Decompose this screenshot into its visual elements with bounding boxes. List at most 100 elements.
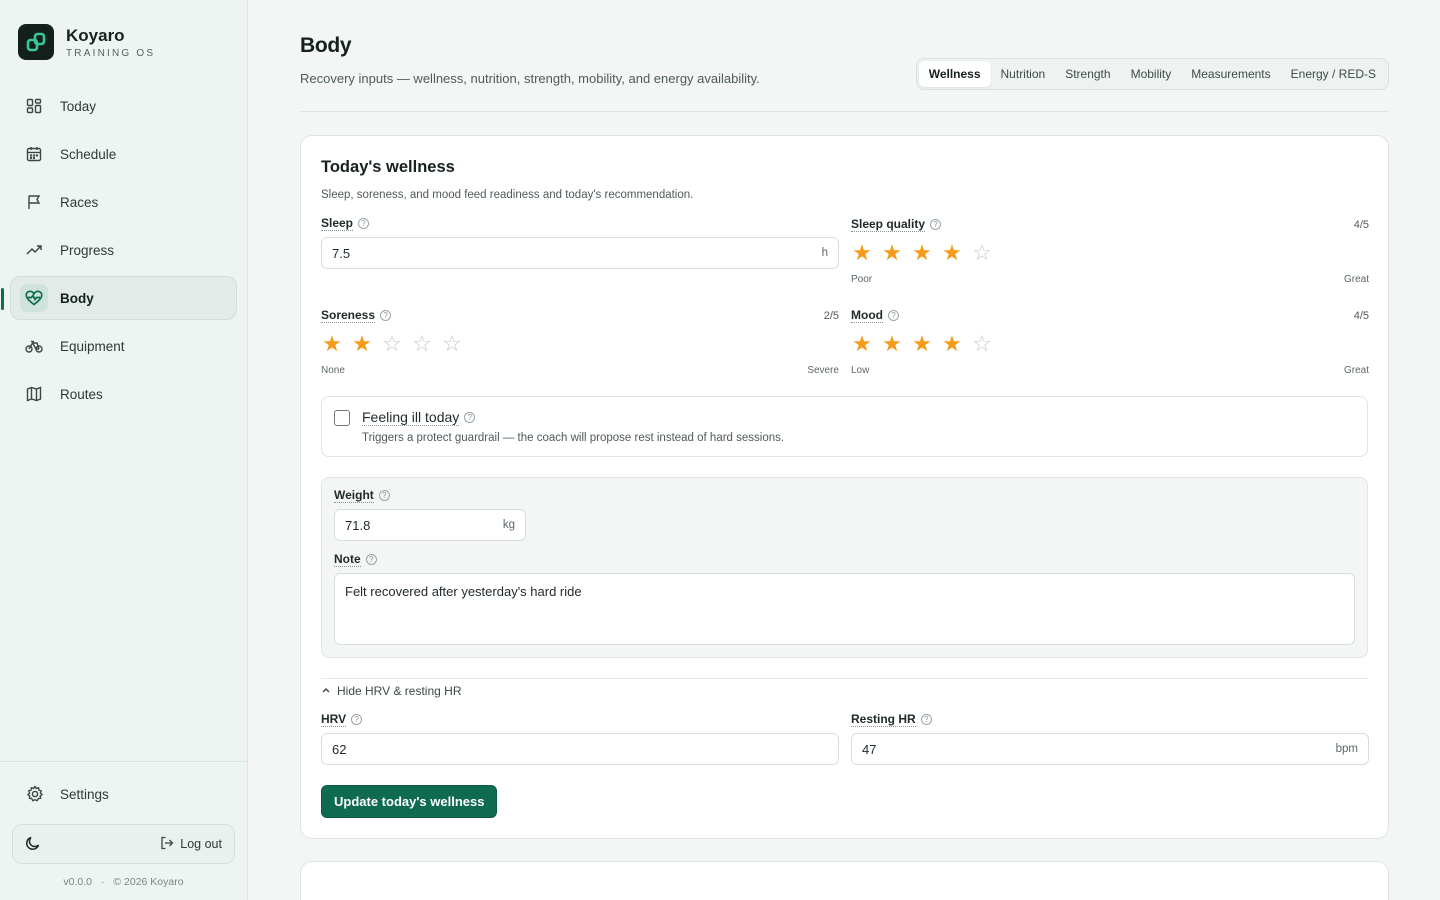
heart-pulse-icon [20,284,48,312]
star-filled-icon[interactable]: ★ [851,242,873,264]
wellness-title: Today's wellness [321,158,455,176]
mood-rating: ★ ★ ★ ★ ☆ [851,333,1369,355]
tab-energy-red-s[interactable]: Energy / RED-S [1281,61,1386,87]
help-icon[interactable]: ? [920,714,932,725]
hrv-input[interactable]: 62 [321,733,839,765]
weight-note-panel: Weight ? 71.8 kg Note ? Felt recovered a… [321,477,1368,658]
mood-label: Mood [851,308,883,323]
hrv-value: 62 [332,741,347,757]
help-icon[interactable]: ? [380,310,392,321]
page-subtitle: Recovery inputs — wellness, nutrition, s… [300,71,760,86]
mood-min-label: Low [851,365,870,376]
soreness-field: Soreness ? 2/5 ★ ★ ☆ ☆ ☆ None Severe [321,308,839,376]
help-icon[interactable]: ? [378,490,390,501]
utility-bar: Log out [12,824,235,864]
feeling-ill-checkbox[interactable] [334,410,350,426]
version-text: v0.0.0 [63,876,93,888]
sidebar-item-label: Equipment [60,338,125,354]
star-filled-icon[interactable]: ★ [881,242,903,264]
star-empty-icon[interactable]: ☆ [411,333,433,355]
brand-name: Koyaro [66,25,125,45]
star-filled-icon[interactable]: ★ [941,333,963,355]
star-filled-icon[interactable]: ★ [321,333,343,355]
resting-hr-field: Resting HR ? 47 bpm [851,712,1369,765]
mood-score: 4/5 [1353,309,1369,322]
sidebar-item-equipment[interactable]: Equipment [10,324,237,368]
help-icon[interactable]: ? [888,310,899,321]
hrv-toggle[interactable]: Hide HRV & resting HR [321,678,1368,698]
calendar-icon [24,144,44,164]
trending-up-icon [24,240,44,260]
settings-label: Settings [60,786,109,802]
star-filled-icon[interactable]: ★ [881,333,903,355]
note-textarea[interactable]: Felt recovered after yesterday's hard ri… [334,573,1355,645]
star-filled-icon[interactable]: ★ [911,333,933,355]
sleep-quality-rating: ★ ★ ★ ★ ☆ [851,242,1369,264]
logout-button[interactable]: Log out [160,836,222,853]
brand-tagline: TRAINING OS [66,47,156,59]
star-empty-icon[interactable]: ☆ [381,333,403,355]
tab-nutrition[interactable]: Nutrition [991,61,1056,87]
hrv-label: HRV [321,712,347,727]
sidebar-item-today[interactable]: Today [10,84,237,128]
brand-logo-icon [18,24,54,60]
sleep-unit: h [821,247,828,259]
version-footer: v0.0.0 · © 2026 Koyaro [63,876,184,888]
help-icon[interactable]: ? [930,219,942,230]
sidebar-item-label: Races [60,194,99,210]
weight-input[interactable]: 71.8 kg [334,509,526,541]
bike-icon [24,336,44,356]
logout-label: Log out [180,837,222,851]
wellness-subtitle: Sleep, soreness, and mood feed readiness… [321,189,694,201]
weight-unit: kg [502,519,515,531]
sidebar-item-settings[interactable]: Settings [12,772,235,816]
help-icon[interactable]: ? [358,217,370,229]
sleep-field: Sleep ? 7.5 h [321,215,839,285]
star-filled-icon[interactable]: ★ [351,333,373,355]
tab-wellness[interactable]: Wellness [918,61,991,87]
sidebar-item-label: Today [60,98,97,114]
sidebar-item-races[interactable]: Races [10,180,237,224]
star-filled-icon[interactable]: ★ [851,333,873,355]
sidebar-item-progress[interactable]: Progress [10,228,237,272]
sleep-quality-score: 4/5 [1353,218,1369,231]
sleep-value: 7.5 [332,245,351,261]
star-filled-icon[interactable]: ★ [941,242,963,264]
sidebar-nav: Today Schedule Races Progress Body Equip… [0,80,247,424]
dark-mode-toggle-icon[interactable] [25,835,41,854]
hrv-toggle-label: Hide HRV & resting HR [337,684,462,698]
soreness-label: Soreness [321,308,376,323]
copyright-text: © 2026 Koyaro [113,876,184,888]
main-content: Body Recovery inputs — wellness, nutriti… [248,0,1440,900]
sidebar-item-label: Routes [60,386,103,402]
tab-mobility[interactable]: Mobility [1121,61,1182,87]
weight-value: 71.8 [345,517,371,533]
star-empty-icon[interactable]: ☆ [441,333,463,355]
sidebar-item-body[interactable]: Body [1,276,237,320]
resting-hr-label: Resting HR [851,712,916,727]
sidebar-item-routes[interactable]: Routes [10,372,237,416]
star-empty-icon[interactable]: ☆ [971,242,993,264]
soreness-max-label: Severe [807,365,839,376]
mood-max-label: Great [1343,365,1369,376]
star-empty-icon[interactable]: ☆ [971,333,993,355]
tab-measurements[interactable]: Measurements [1181,61,1280,87]
sleep-quality-label: Sleep quality [851,217,926,232]
soreness-rating: ★ ★ ☆ ☆ ☆ [321,333,839,355]
sidebar: Koyaro TRAINING OS Today Schedule Races … [0,0,248,900]
star-filled-icon[interactable]: ★ [911,242,933,264]
note-label: Note [334,552,361,567]
help-icon[interactable]: ? [365,554,377,565]
tab-strength[interactable]: Strength [1055,61,1120,87]
help-icon[interactable]: ? [464,412,476,423]
flag-icon [24,192,44,212]
sleep-input[interactable]: 7.5 h [321,237,839,269]
sidebar-item-schedule[interactable]: Schedule [10,132,237,176]
hrv-field: HRV ? 62 [321,712,839,765]
sleep-label: Sleep [321,215,354,231]
weight-label: Weight [334,488,374,503]
update-wellness-button[interactable]: Update today's wellness [321,785,498,818]
help-icon[interactable]: ? [351,714,363,725]
resting-hr-input[interactable]: 47 bpm [851,733,1369,765]
soreness-score: 2/5 [823,309,839,322]
